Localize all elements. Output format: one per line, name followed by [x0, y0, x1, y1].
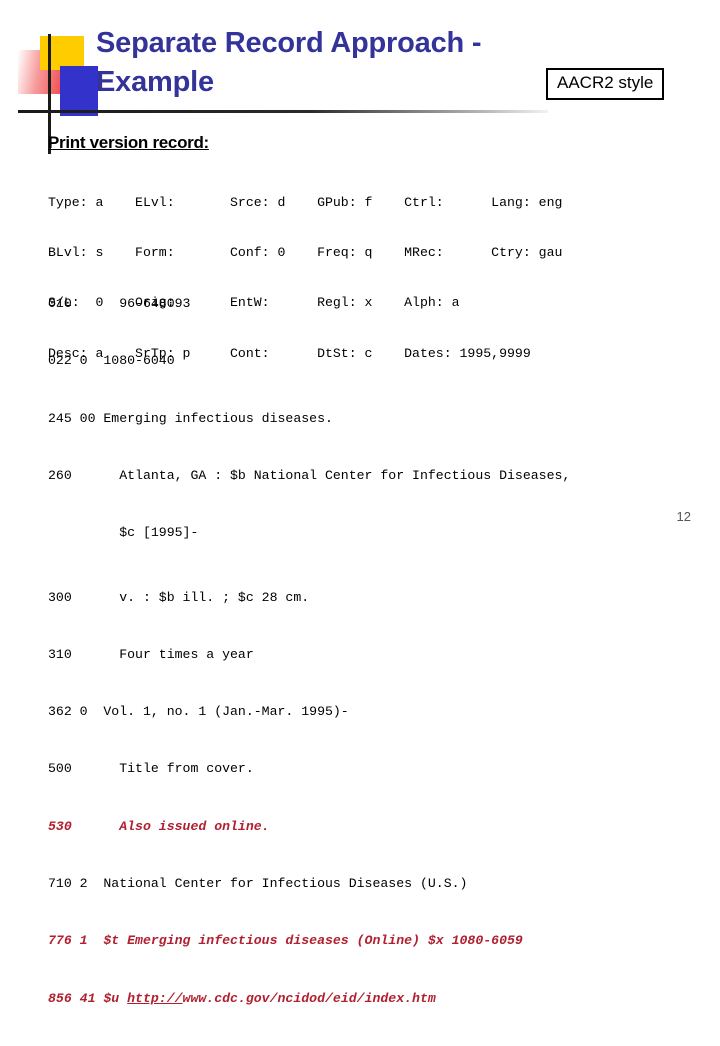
variable-field-block: 010 96-648093 022 0 1080-6040 245 00 Eme…: [48, 256, 570, 1046]
marc-field-500: 500 Title from cover.: [48, 761, 254, 777]
marc-field-530: 530 Also issued online.: [48, 818, 270, 834]
marc-field-776: 776 1 $t Emerging infectious diseases (O…: [48, 933, 523, 949]
slide-number: 12: [676, 509, 691, 524]
marc-856-url-rest: www.cdc.gov/ncidod/eid/index.htm: [182, 990, 436, 1006]
marc-field-022: 022 0 1080-6040: [48, 353, 175, 369]
page-title: Separate Record Approach - Example: [96, 24, 566, 102]
marc-field-710: 710 2 National Center for Infectious Dis…: [48, 876, 468, 891]
marc-field-300: 300 v. : $b ill. ; $c 28 cm.: [48, 589, 310, 605]
aacr2-style-callout: AACR2 style: [546, 68, 665, 100]
marc-field-362: 362 0 Vol. 1, no. 1 (Jan.-Mar. 1995)-: [48, 704, 349, 720]
record-heading: Print version record:: [48, 133, 209, 152]
aacr2-style-label: AACR2 style: [557, 73, 654, 92]
marc-856-prefix: 856 41 $u: [48, 990, 128, 1006]
slide-canvas: Separate Record Approach - Example AACR2…: [0, 0, 720, 1006]
marc-field-245: 245 00 Emerging infectious diseases.: [48, 410, 333, 426]
marc-field-856: 856 41 $u http://www.cdc.gov/ncidod/eid/…: [48, 989, 570, 1008]
marc-field-260: 260 Atlanta, GA : $b National Center for…: [48, 468, 571, 484]
title-horizontal-rule: [18, 110, 548, 113]
logo-yellow-square: [40, 36, 84, 70]
url-link[interactable]: http://: [127, 991, 182, 1006]
marc-field-310: 310 Four times a year: [48, 646, 254, 662]
page-title-line-1: Separate Record Approach -: [96, 27, 482, 59]
marc-field-010: 010 96-648093: [48, 296, 191, 312]
logo-blue-square: [60, 66, 98, 116]
page-title-line-2: Example: [96, 65, 214, 98]
fixed-field-row: Type: a ELvl: Srce: d GPub: f Ctrl: Lang…: [48, 194, 563, 210]
